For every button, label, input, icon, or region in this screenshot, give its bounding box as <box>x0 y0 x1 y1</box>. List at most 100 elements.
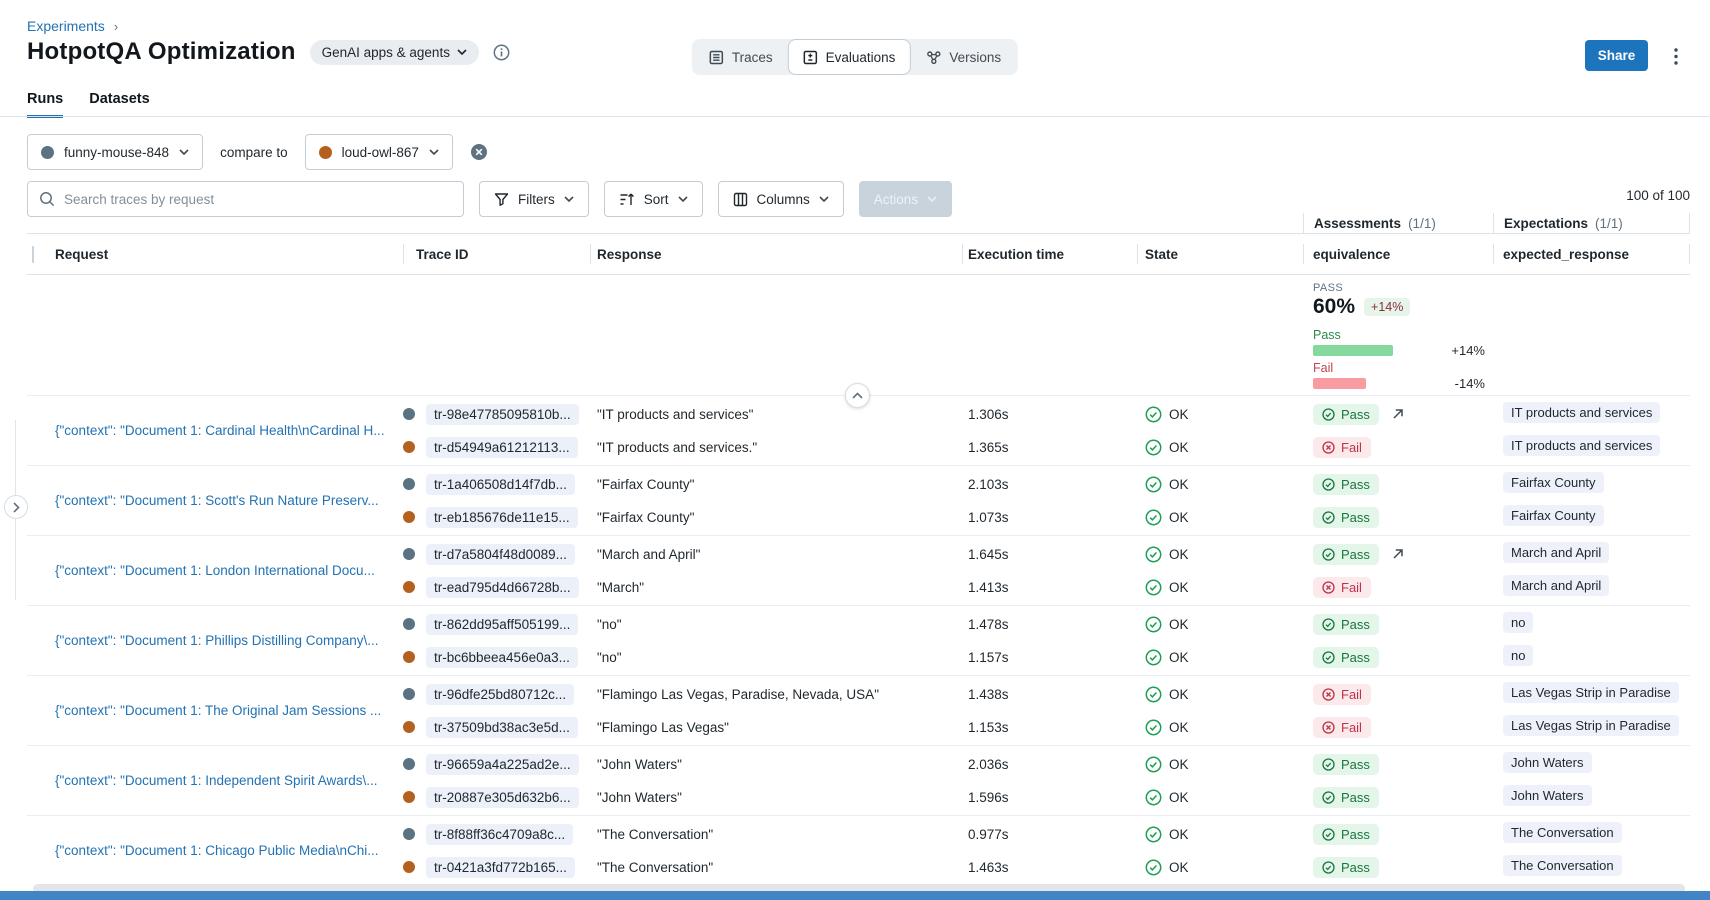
trace-id-chip[interactable]: tr-37509bd38ac3e5d... <box>426 717 578 738</box>
assessment-pass-badge[interactable]: Pass <box>1313 857 1379 878</box>
run-selector-b[interactable]: loud-owl-867 <box>305 134 453 170</box>
expected-response-cell: Fairfax County <box>1493 472 1690 496</box>
trace-id-chip[interactable]: tr-862dd95aff505199... <box>426 614 578 635</box>
column-header-request[interactable]: Request <box>55 247 403 262</box>
assessment-pass-badge[interactable]: Pass <box>1313 404 1379 425</box>
column-header-execution-time[interactable]: Execution time <box>962 234 1137 274</box>
summary-delta-badge: +14% <box>1364 298 1410 316</box>
assessment-pass-badge[interactable]: Pass <box>1313 824 1379 845</box>
columns-button[interactable]: Columns <box>718 181 844 217</box>
request-link[interactable]: {"context": "Document 1: Independent Spi… <box>55 773 378 788</box>
info-icon[interactable] <box>493 44 510 61</box>
response-cell: "March and April" <box>590 547 962 562</box>
trace-id-chip[interactable]: tr-20887e305d632b6... <box>426 787 579 808</box>
execution-time-cell: 1.413s <box>962 580 1137 595</box>
trace-id-chip[interactable]: tr-0421a3fd772b165... <box>426 857 575 878</box>
sort-button[interactable]: Sort <box>604 181 703 217</box>
trace-id-chip[interactable]: tr-d54949a61212113... <box>426 437 578 458</box>
run-a-color-dot <box>41 146 54 159</box>
category-badge[interactable]: GenAI apps & agents <box>310 40 479 65</box>
evaluations-plusminus-icon <box>803 50 818 65</box>
expected-response-cell: The Conversation <box>1493 822 1690 846</box>
assessment-pass-badge[interactable]: Pass <box>1313 754 1379 775</box>
assessment-pass-badge[interactable]: Pass <box>1313 544 1379 565</box>
column-header-equivalence[interactable]: equivalence <box>1303 234 1493 274</box>
column-header-expected-response[interactable]: expected_response <box>1493 234 1690 274</box>
execution-time-cell: 1.478s <box>962 617 1137 632</box>
trace-id-chip[interactable]: tr-96659a4a225ad2e... <box>426 754 579 775</box>
tab-versions-label: Versions <box>949 50 1001 65</box>
filters-label: Filters <box>518 192 555 207</box>
assessment-label: Pass <box>1341 790 1370 805</box>
assessment-pass-badge[interactable]: Pass <box>1313 614 1379 635</box>
column-header-trace-id[interactable]: Trace ID <box>403 234 590 274</box>
table-row-group: {"context": "Document 1: Phillips Distil… <box>27 605 1690 675</box>
assessment-pass-badge[interactable]: Pass <box>1313 647 1379 668</box>
request-cell: {"context": "Document 1: The Original Ja… <box>27 676 403 745</box>
filters-button[interactable]: Filters <box>479 181 589 217</box>
assessment-fail-badge[interactable]: Fail <box>1313 717 1371 738</box>
ok-check-icon <box>1145 719 1162 736</box>
open-trace-arrow-icon[interactable] <box>1391 407 1405 421</box>
trace-id-chip[interactable]: tr-ead795d4d66728b... <box>426 577 579 598</box>
bottom-blue-bar <box>0 891 1710 900</box>
trace-id-cell: tr-20887e305d632b6... <box>403 787 590 808</box>
assessment-pass-badge[interactable]: Pass <box>1313 507 1379 528</box>
request-cell: {"context": "Document 1: London Internat… <box>27 536 403 605</box>
open-trace-arrow-icon[interactable] <box>1391 547 1405 561</box>
column-header-state[interactable]: State <box>1137 234 1303 274</box>
table-row-group: {"context": "Document 1: Independent Spi… <box>27 745 1690 815</box>
tab-evaluations[interactable]: Evaluations <box>788 39 911 75</box>
tab-datasets[interactable]: Datasets <box>89 91 149 118</box>
run-selector-a[interactable]: funny-mouse-848 <box>27 134 203 170</box>
trace-id-chip[interactable]: tr-d7a5804f48d0089... <box>426 544 575 565</box>
group-header-expectations: Expectations (1/1) <box>1493 213 1690 233</box>
assessment-label: Pass <box>1341 827 1370 842</box>
chevron-down-icon <box>819 196 829 202</box>
assessment-label: Pass <box>1341 860 1370 875</box>
breadcrumb-experiments-link[interactable]: Experiments <box>27 18 105 34</box>
tab-runs[interactable]: Runs <box>27 91 63 118</box>
trace-id-chip[interactable]: tr-1a406508d14f7db... <box>426 474 575 495</box>
request-link[interactable]: {"context": "Document 1: Cardinal Health… <box>55 423 385 438</box>
trace-id-chip[interactable]: tr-bc6bbeea456e0a3... <box>426 647 578 668</box>
assessment-pass-badge[interactable]: Pass <box>1313 787 1379 808</box>
equivalence-summary: PASS 60% +14% Pass +14% Fail -14% <box>1303 275 1493 395</box>
request-link[interactable]: {"context": "Document 1: The Original Ja… <box>55 703 381 718</box>
assessment-fail-badge[interactable]: Fail <box>1313 437 1371 458</box>
trace-id-chip[interactable]: tr-98e47785095810b... <box>426 404 579 425</box>
request-link[interactable]: {"context": "Document 1: Scott's Run Nat… <box>55 493 379 508</box>
tab-traces[interactable]: Traces <box>694 39 788 75</box>
traces-list-icon <box>709 50 724 65</box>
chevron-up-icon <box>852 392 863 399</box>
table-row-group: {"context": "Document 1: Chicago Public … <box>27 815 1690 885</box>
trace-lines: tr-d7a5804f48d0089... "March and April" 1.… <box>403 536 1690 605</box>
state-label: OK <box>1169 790 1189 805</box>
request-cell: {"context": "Document 1: Independent Spi… <box>27 746 403 815</box>
remove-compare-button[interactable] <box>470 143 488 161</box>
equivalence-cell: Pass <box>1303 507 1493 528</box>
trace-id-chip[interactable]: tr-eb185676de11e15... <box>426 507 578 528</box>
collapse-summary-button[interactable] <box>845 383 870 408</box>
response-cell: "John Waters" <box>590 757 962 772</box>
request-link[interactable]: {"context": "Document 1: London Internat… <box>55 563 375 578</box>
assessment-fail-badge[interactable]: Fail <box>1313 577 1371 598</box>
actions-button[interactable]: Actions <box>859 181 952 217</box>
overflow-menu-button[interactable] <box>1666 46 1686 66</box>
assessment-pass-badge[interactable]: Pass <box>1313 474 1379 495</box>
search-input[interactable] <box>64 192 452 207</box>
chevron-down-icon <box>564 196 574 202</box>
trace-row: tr-ead795d4d66728b..."March"1.413sOKFail… <box>403 573 1690 601</box>
assessment-fail-badge[interactable]: Fail <box>1313 684 1371 705</box>
expand-panel-button[interactable] <box>4 495 28 519</box>
trace-id-chip[interactable]: tr-8f88ff36c4709a8c... <box>426 824 573 845</box>
select-all-checkbox[interactable] <box>32 246 34 263</box>
trace-id-chip[interactable]: tr-96dfe25bd80712c... <box>426 684 574 705</box>
request-link[interactable]: {"context": "Document 1: Chicago Public … <box>55 843 379 858</box>
column-header-response[interactable]: Response <box>590 234 962 274</box>
fail-x-icon <box>1322 441 1335 454</box>
share-button[interactable]: Share <box>1585 40 1648 71</box>
request-link[interactable]: {"context": "Document 1: Phillips Distil… <box>55 633 379 648</box>
tab-versions[interactable]: Versions <box>910 39 1016 75</box>
state-cell: OK <box>1137 546 1303 563</box>
